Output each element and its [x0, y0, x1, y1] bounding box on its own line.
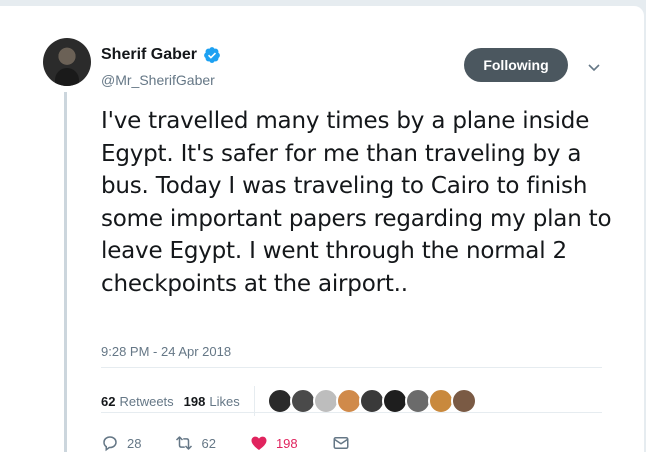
retweets-label: Retweets: [119, 393, 174, 409]
heart-icon: [251, 436, 267, 451]
liker-avatar[interactable]: [312, 388, 339, 414]
likes-label: Likes: [209, 393, 240, 409]
retweets-stat[interactable]: 62 Retweets: [101, 394, 174, 409]
tweet-actions: 28 62 198: [101, 434, 384, 452]
likes-stat[interactable]: 198 Likes: [184, 394, 240, 409]
reply-button[interactable]: 28: [101, 434, 141, 452]
reply-icon: [103, 436, 117, 452]
following-button[interactable]: Following: [464, 48, 568, 82]
author-display-name[interactable]: Sherif Gaber: [101, 46, 197, 64]
liker-avatar[interactable]: [266, 388, 293, 414]
avatar[interactable]: [43, 38, 91, 86]
divider: [101, 367, 602, 368]
liker-avatar[interactable]: [358, 388, 385, 414]
retweet-button[interactable]: 62: [175, 434, 216, 452]
tweet-text: I've travelled many times by a plane ins…: [101, 108, 612, 297]
tweet-timestamp[interactable]: 9:28 PM - 24 Apr 2018: [101, 344, 231, 359]
reply-count: 28: [127, 435, 142, 451]
liker-avatar[interactable]: [381, 388, 408, 414]
liker-avatar[interactable]: [450, 388, 477, 414]
liker-avatar[interactable]: [427, 388, 454, 414]
thread-line: [64, 92, 67, 452]
like-button[interactable]: 198: [250, 434, 298, 452]
liker-avatars[interactable]: [266, 388, 477, 414]
liker-avatar[interactable]: [335, 388, 362, 414]
author-name-row[interactable]: Sherif Gaber: [101, 46, 221, 64]
liker-avatar[interactable]: [289, 388, 316, 414]
direct-message-button[interactable]: [332, 434, 350, 452]
retweet-icon: [176, 436, 193, 450]
retweet-count: 62: [201, 435, 216, 451]
verified-badge-icon: [203, 46, 221, 64]
author-handle[interactable]: @Mr_SherifGaber: [101, 72, 215, 88]
divider: [101, 412, 602, 413]
retweets-count: 62: [101, 393, 116, 409]
chevron-down-icon[interactable]: [587, 60, 601, 72]
likes-count: 198: [183, 393, 206, 409]
liker-avatar[interactable]: [404, 388, 431, 414]
tweet-card: Sherif Gaber @Mr_SherifGaber Following I…: [0, 6, 644, 452]
envelope-icon: [333, 437, 349, 449]
like-count: 198: [275, 435, 298, 451]
